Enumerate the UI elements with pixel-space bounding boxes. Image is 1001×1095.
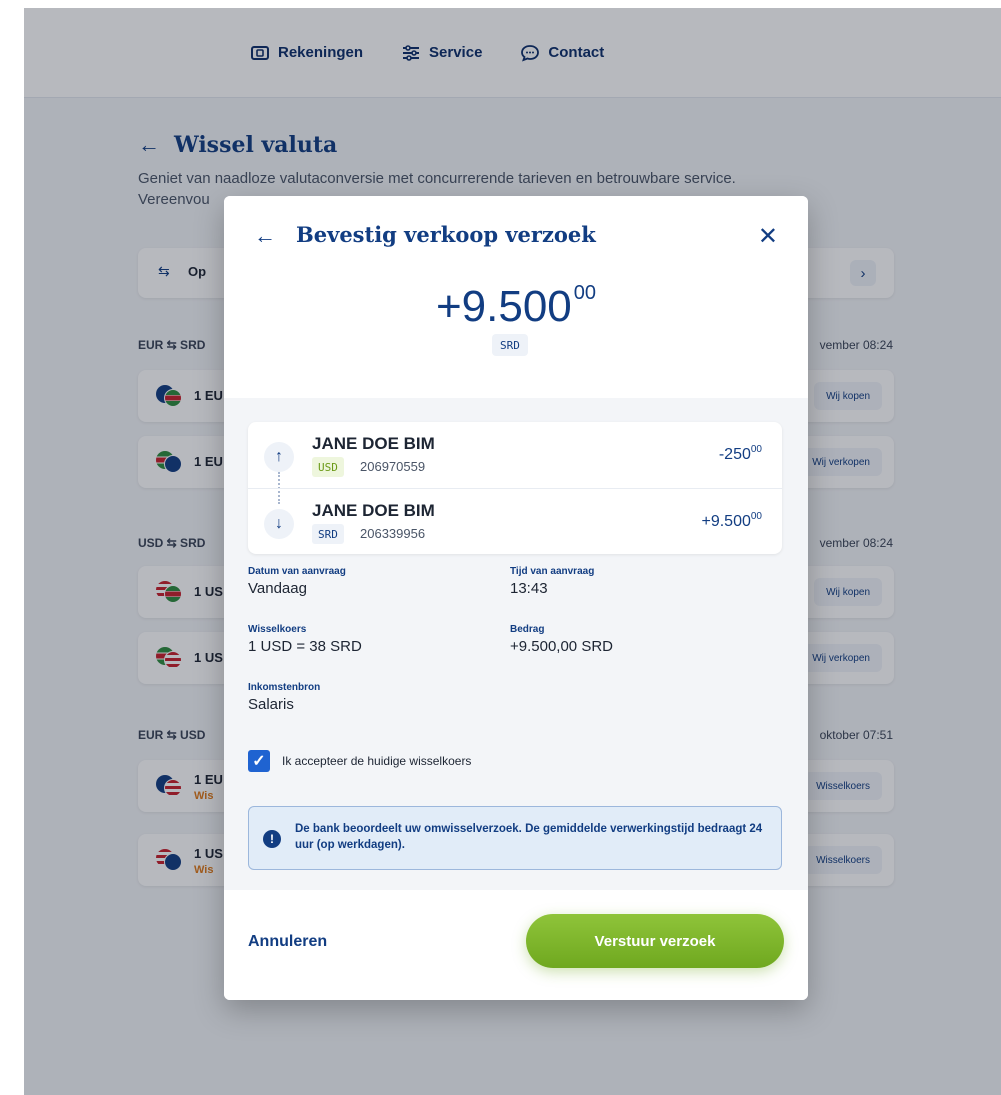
info-notice: ! De bank beoordeelt uw omwisselverzoek.… <box>248 806 782 870</box>
arrow-down-icon: ↓ <box>264 509 294 539</box>
currency-badge: SRD <box>492 334 528 356</box>
account-holder: JANE DOE BIM <box>312 434 435 453</box>
currency-tag: SRD <box>312 524 344 544</box>
confirm-sell-dialog: ← Bevestig verkoop verzoek ✕ +9.500 00 SR… <box>224 196 808 1000</box>
dialog-title: Bevestig verkoop verzoek <box>296 222 596 247</box>
credit-amount: +9.50000 <box>701 511 762 530</box>
total-amount: +9.500 00 <box>435 282 597 331</box>
notice-text: De bank beoordeelt uw omwisselverzoek. D… <box>295 823 763 851</box>
submit-request-button[interactable]: Verstuur verzoek <box>526 914 784 968</box>
source-account-row: ↑ JANE DOE BIM USD 206970559 -25000 <box>248 422 782 488</box>
info-icon: ! <box>263 830 281 848</box>
currency-tag: USD <box>312 457 344 477</box>
cancel-button[interactable]: Annuleren <box>248 933 327 951</box>
debit-amount: -25000 <box>718 444 762 463</box>
accept-rate-label: Ik accepteer de huidige wisselkoers <box>282 754 472 768</box>
accept-rate-checkbox[interactable]: ✓ <box>248 750 270 772</box>
dialog-footer: Annuleren Verstuur verzoek <box>224 890 808 1000</box>
income-source-field: Inkomstenbron Salaris <box>248 682 321 713</box>
time-field: Tijd van aanvraag 13:43 <box>510 566 595 597</box>
transfer-summary: ↑ JANE DOE BIM USD 206970559 -25000 ↓ JA… <box>248 422 782 554</box>
target-account-row: ↓ JANE DOE BIM SRD 206339956 +9.50000 <box>248 488 782 554</box>
account-holder: JANE DOE BIM <box>312 501 435 520</box>
dialog-body: ↑ JANE DOE BIM USD 206970559 -25000 ↓ JA… <box>224 398 808 890</box>
back-arrow-icon[interactable]: ← <box>254 223 276 249</box>
exchange-rate-field: Wisselkoers 1 USD = 38 SRD <box>248 624 362 655</box>
accept-rate-checkbox-row[interactable]: ✓ Ik accepteer de huidige wisselkoers <box>248 750 471 772</box>
arrow-up-icon: ↑ <box>264 442 294 472</box>
amount-field: Bedrag +9.500,00 SRD <box>510 624 613 655</box>
date-field: Datum van aanvraag Vandaag <box>248 566 346 597</box>
account-number: 206970559 <box>360 459 426 474</box>
close-icon[interactable]: ✕ <box>758 222 778 251</box>
account-number: 206339956 <box>360 526 426 541</box>
dialog-header: ← Bevestig verkoop verzoek ✕ +9.500 00 SR… <box>224 196 808 398</box>
